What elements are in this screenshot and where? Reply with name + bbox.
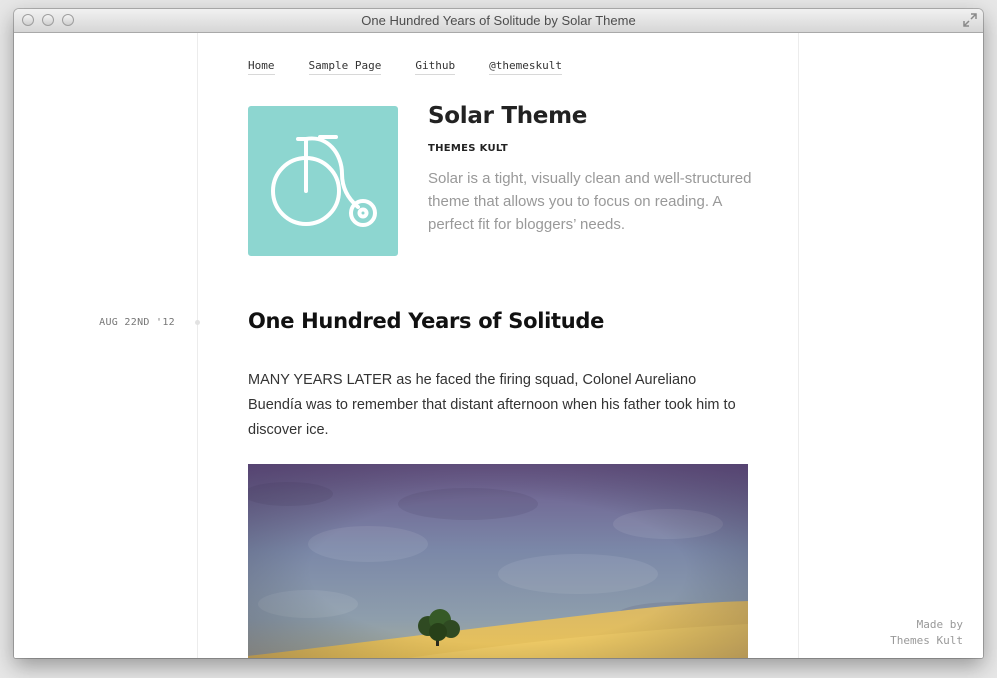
- title-bar[interactable]: One Hundred Years of Solitude by Solar T…: [14, 9, 983, 33]
- fullscreen-icon[interactable]: [963, 13, 977, 27]
- post-title[interactable]: One Hundred Years of Solitude: [248, 309, 604, 333]
- nav-item-github[interactable]: Github: [415, 59, 456, 75]
- site-description: Solar is a tight, visually clean and wel…: [428, 170, 752, 233]
- footer-credit-line-1: Made by: [916, 618, 963, 631]
- main-nav: Home Sample Page Github @themeskult: [248, 59, 596, 75]
- page-content: Home Sample Page Github @themeskult Sola…: [14, 33, 983, 658]
- nav-item-sample-page[interactable]: Sample Page: [308, 59, 382, 75]
- post-featured-image[interactable]: [248, 464, 748, 658]
- site-subtitle: THEMES KULT: [428, 143, 509, 154]
- penny-farthing-bicycle-icon: [271, 135, 377, 227]
- nav-item-home[interactable]: Home: [248, 59, 275, 75]
- left-column-divider: [197, 33, 198, 658]
- footer-credit: Made by Themes Kult: [890, 617, 963, 649]
- site-logo[interactable]: [248, 106, 398, 256]
- post-excerpt: MANY YEARS LATER as he faced the firing …: [248, 372, 736, 438]
- nav-item-themeskult[interactable]: @themeskult: [489, 59, 562, 75]
- post-date: AUG 22ND '12: [99, 317, 175, 328]
- right-column-divider: [798, 33, 799, 658]
- window-title: One Hundred Years of Solitude by Solar T…: [361, 13, 636, 28]
- footer-credit-line-2[interactable]: Themes Kult: [890, 633, 963, 649]
- timeline-dot: [195, 320, 200, 325]
- browser-window: One Hundred Years of Solitude by Solar T…: [14, 9, 983, 658]
- site-title[interactable]: Solar Theme: [428, 103, 587, 129]
- landscape-tree-photo: [248, 464, 748, 658]
